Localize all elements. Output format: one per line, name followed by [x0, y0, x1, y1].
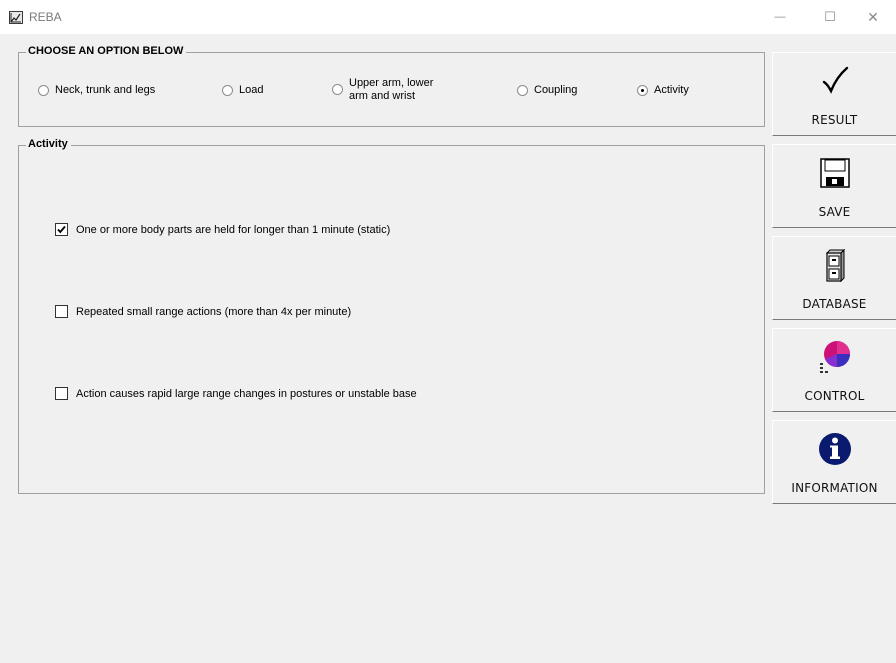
checkbox-label: Repeated small range actions (more than …: [76, 305, 352, 318]
activity-group-title: Activity: [26, 138, 71, 150]
maximize-icon: ☐: [824, 9, 836, 24]
radio-neck-trunk-legs[interactable]: Neck, trunk and legs: [38, 84, 155, 97]
filing-cabinet-icon: [825, 248, 845, 283]
radio-button[interactable]: [517, 85, 528, 96]
radio-label: Load: [239, 84, 264, 96]
save-button[interactable]: SAVE: [772, 144, 896, 228]
checkmark-icon: [57, 225, 66, 234]
result-label: RESULT: [811, 113, 858, 127]
checkbox-label: One or more body parts are held for long…: [76, 223, 391, 236]
minimize-button[interactable]: —: [757, 0, 803, 34]
radio-button[interactable]: [637, 85, 648, 96]
close-icon: ✕: [867, 8, 879, 25]
checkbox[interactable]: [55, 305, 68, 318]
radio-load[interactable]: Load: [222, 84, 263, 97]
control-label: CONTROL: [804, 389, 865, 403]
checkbox[interactable]: [55, 223, 68, 236]
floppy-disk-icon: [819, 158, 850, 188]
radio-label-line1: Upper arm, lower: [349, 77, 434, 89]
radio-label-line2: arm and wrist: [349, 90, 416, 102]
checkbox-repeated-actions[interactable]: Repeated small range actions (more than …: [55, 305, 351, 318]
app-icon: [9, 11, 23, 24]
radio-activity[interactable]: Activity: [637, 84, 689, 97]
pie-chart-icon: [819, 341, 850, 373]
radio-upper-arm-lower-arm-wrist[interactable]: Upper arm, lower arm and wrist: [332, 77, 433, 103]
checkbox-static-posture[interactable]: One or more body parts are held for long…: [55, 223, 390, 236]
database-label: DATABASE: [802, 297, 867, 311]
title-bar: REBA — ☐ ✕: [0, 0, 896, 34]
database-button[interactable]: DATABASE: [772, 236, 896, 320]
radio-coupling[interactable]: Coupling: [517, 84, 577, 97]
radio-label: Upper arm, lower arm and wrist: [349, 77, 433, 103]
result-button[interactable]: RESULT: [772, 52, 896, 136]
radio-label: Neck, trunk and legs: [55, 84, 156, 96]
information-button[interactable]: INFORMATION: [772, 420, 896, 504]
checkbox-rapid-changes[interactable]: Action causes rapid large range changes …: [55, 387, 417, 400]
radio-label: Activity: [654, 84, 689, 96]
minimize-icon: —: [774, 11, 786, 23]
checkbox-label: Action causes rapid large range changes …: [76, 387, 417, 400]
window-title: REBA: [29, 10, 62, 24]
checkbox[interactable]: [55, 387, 68, 400]
radio-button[interactable]: [332, 84, 343, 95]
radio-button[interactable]: [38, 85, 49, 96]
options-group: CHOOSE AN OPTION BELOW Neck, trunk and l…: [18, 45, 765, 127]
radio-button[interactable]: [222, 85, 233, 96]
radio-label: Coupling: [534, 84, 578, 96]
close-button[interactable]: ✕: [850, 0, 896, 34]
activity-group: Activity One or more body parts are held…: [18, 138, 765, 494]
control-button[interactable]: CONTROL: [772, 328, 896, 412]
checkmark-icon: [822, 66, 848, 94]
information-label: INFORMATION: [791, 481, 878, 495]
save-label: SAVE: [818, 205, 851, 219]
maximize-button[interactable]: ☐: [807, 0, 853, 34]
options-group-title: CHOOSE AN OPTION BELOW: [26, 45, 187, 57]
info-icon: [818, 433, 851, 465]
